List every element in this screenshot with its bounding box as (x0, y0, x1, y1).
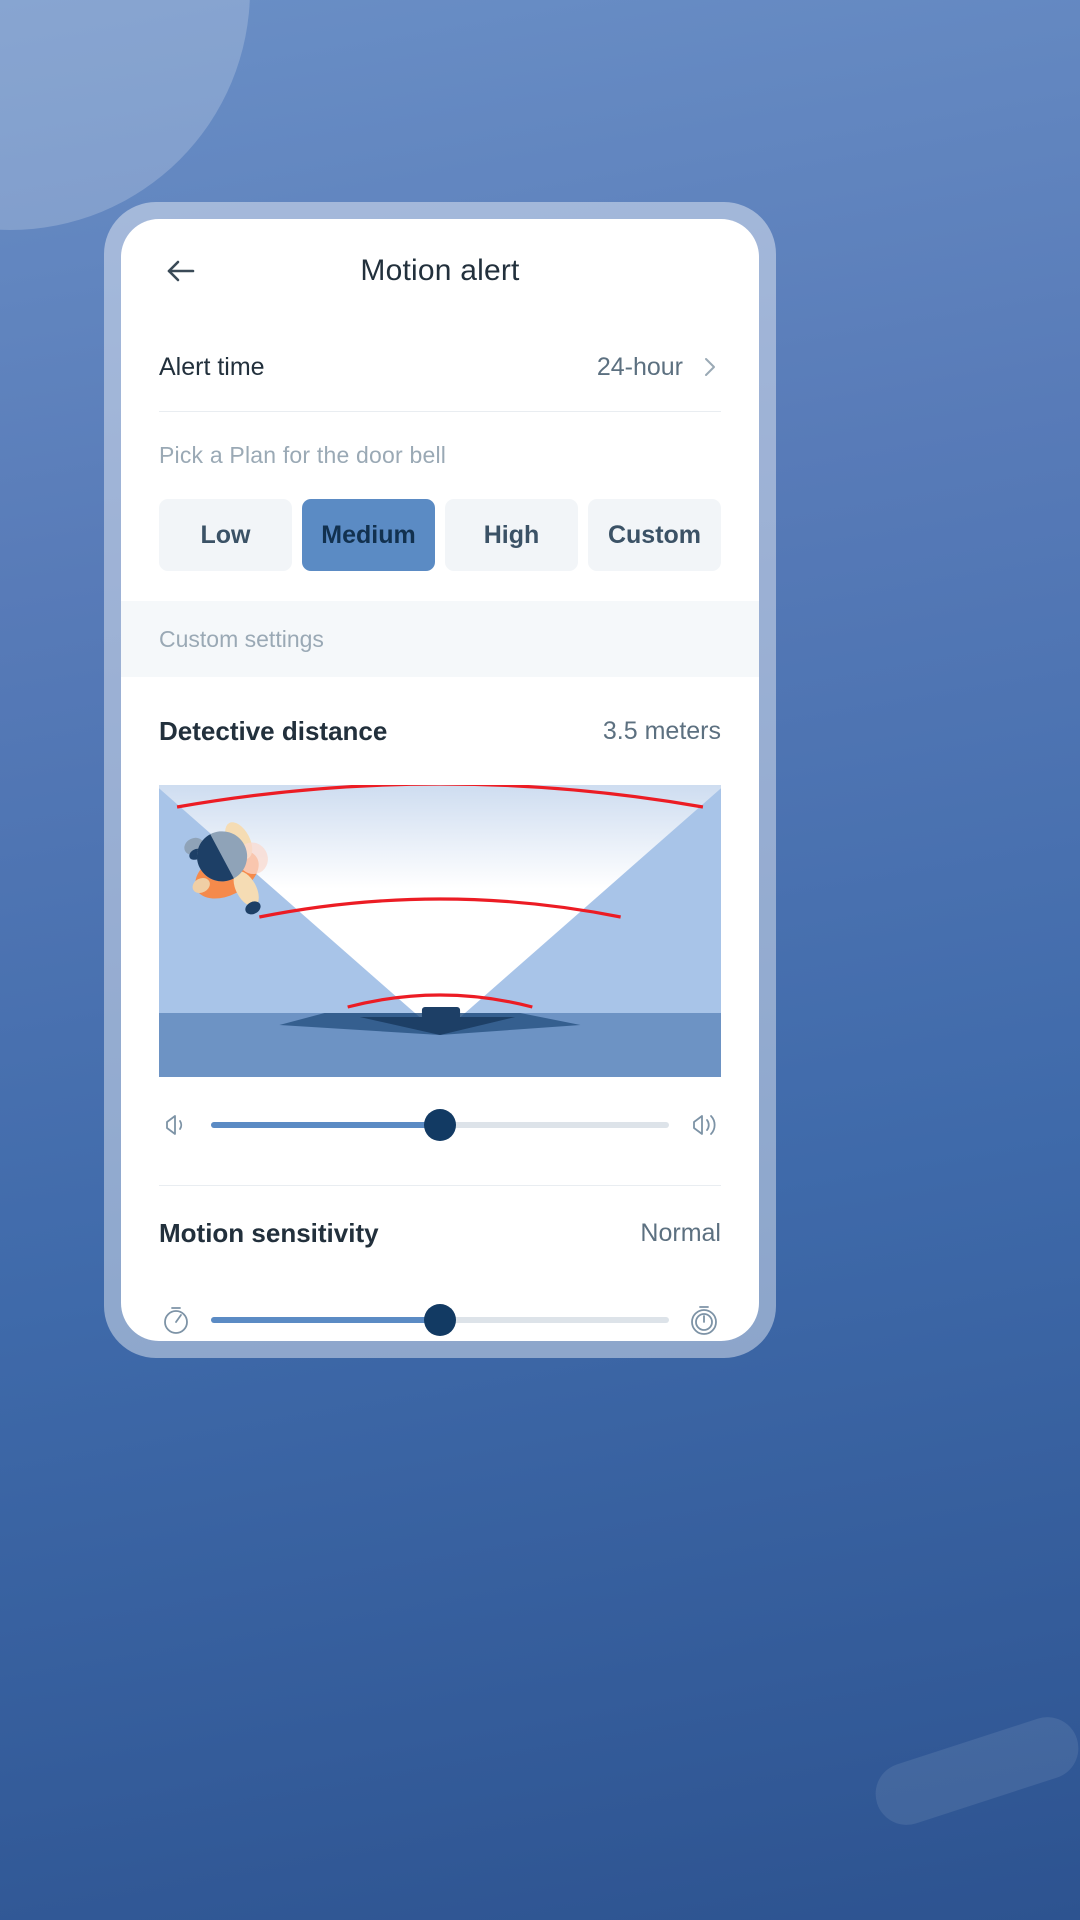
detective-distance-slider-row (121, 1077, 759, 1173)
app-bar: Motion alert (121, 219, 759, 323)
chevron-right-icon[interactable] (699, 356, 721, 378)
motion-sensitivity-track[interactable] (211, 1304, 669, 1336)
motion-sensitivity-row: Motion sensitivity Normal (121, 1186, 759, 1280)
detective-distance-label: Detective distance (159, 715, 388, 746)
detective-distance-thumb[interactable] (424, 1109, 456, 1141)
custom-settings-band: Custom settings (121, 601, 759, 677)
stopwatch-slow-icon[interactable] (687, 1303, 721, 1337)
volume-high-icon[interactable] (687, 1108, 721, 1142)
plan-chip-low[interactable]: Low (159, 499, 292, 571)
detection-cone-illustration (159, 785, 721, 1077)
detective-distance-row: Detective distance 3.5 meters (121, 685, 759, 777)
motion-sensitivity-slider-row (121, 1280, 759, 1341)
motion-sensitivity-value: Normal (640, 1218, 721, 1247)
phone-screen: Motion alert Alert time 24-hour Pick a P… (121, 219, 759, 1341)
phone-frame: Motion alert Alert time 24-hour Pick a P… (104, 202, 776, 1358)
plan-caption: Pick a Plan for the door bell (159, 442, 447, 468)
plan-section: Pick a Plan for the door bell Low Medium… (121, 412, 759, 571)
decorative-pill-bottom (867, 1709, 1080, 1833)
plan-chip-custom[interactable]: Custom (588, 499, 721, 571)
stopwatch-fast-icon[interactable] (159, 1303, 193, 1337)
alert-time-row[interactable]: Alert time 24-hour (121, 323, 759, 411)
motion-sensitivity-fill (211, 1317, 440, 1323)
motion-sensitivity-label: Motion sensitivity (159, 1217, 379, 1248)
detective-distance-track[interactable] (211, 1109, 669, 1141)
wallpaper: Motion alert Alert time 24-hour Pick a P… (0, 0, 1080, 1920)
alert-time-value: 24-hour (596, 352, 683, 381)
plan-chip-medium[interactable]: Medium (302, 499, 435, 571)
decorative-circle-top (0, 0, 250, 230)
plan-chip-group: Low Medium High Custom (159, 499, 721, 571)
plan-chip-high[interactable]: High (445, 499, 578, 571)
page-title: Motion alert (360, 254, 520, 287)
detective-distance-value: 3.5 meters (602, 716, 721, 745)
alert-time-label: Alert time (159, 352, 265, 381)
alert-time-right: 24-hour (597, 353, 721, 382)
arrow-left-icon[interactable] (159, 249, 203, 293)
detective-distance-fill (211, 1122, 440, 1128)
motion-sensitivity-thumb[interactable] (424, 1304, 456, 1336)
volume-low-icon[interactable] (159, 1108, 193, 1142)
